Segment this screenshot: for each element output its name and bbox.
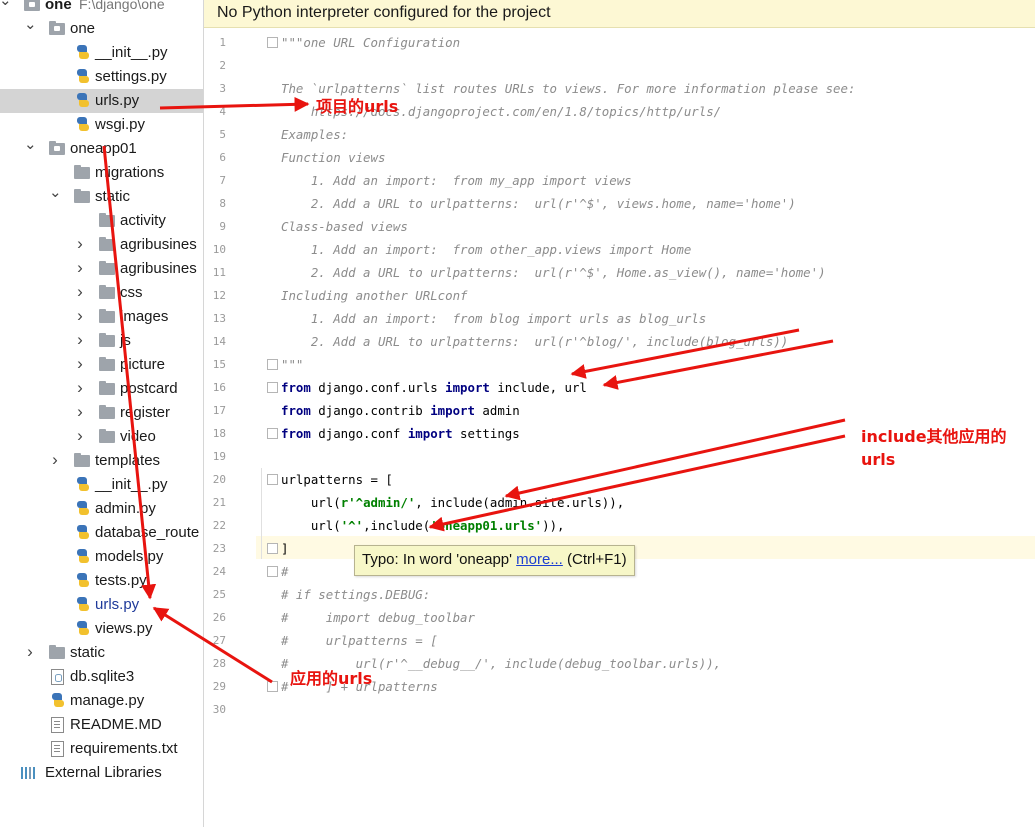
arrow-include-admin: [504, 418, 846, 501]
note-include-other-apps: include其他应用的: [861, 427, 1007, 446]
note-project-urls: 项目的urls: [316, 97, 399, 116]
annotation-arrows: [102, 96, 846, 684]
note-app-urls: 应用的urls: [290, 669, 373, 688]
arrow-import-include: [570, 328, 800, 379]
arrow-include-oneapp: [428, 434, 846, 532]
arrow-project-urls: [159, 96, 310, 112]
arrow-app-urls: [152, 606, 273, 684]
arrow-app-urls-from-oneapp01: [102, 145, 157, 600]
arrow-import-url: [602, 339, 834, 390]
note-include-urls: urls: [861, 450, 896, 469]
